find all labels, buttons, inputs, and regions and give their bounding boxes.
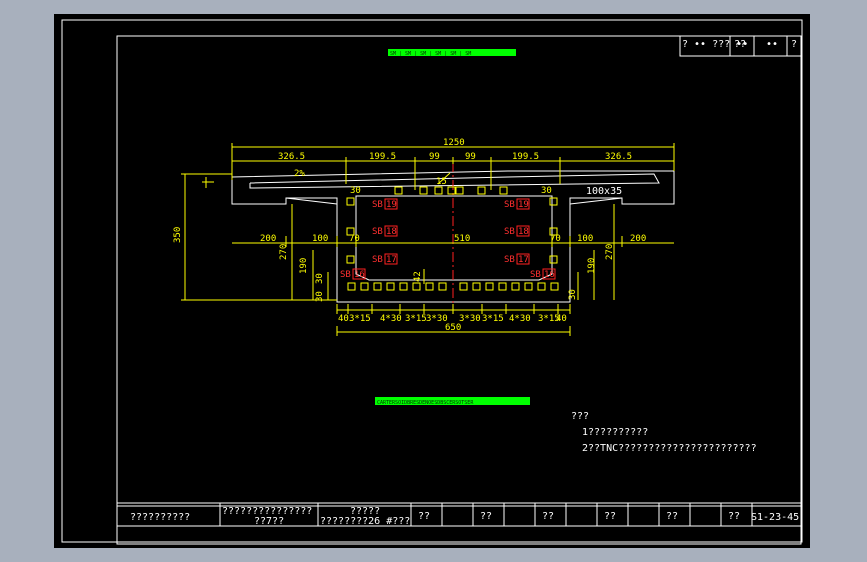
svg-text:??????????: ?????????? — [130, 512, 190, 523]
svg-text:190: 190 — [587, 258, 597, 274]
svg-text:326.5: 326.5 — [605, 152, 632, 162]
svg-text:??: ?? — [418, 511, 430, 522]
svg-text:3*15: 3*15 — [349, 314, 371, 324]
notes-heading: ??? — [571, 411, 589, 422]
svg-text:99: 99 — [429, 152, 440, 162]
svg-text:4*30: 4*30 — [509, 314, 531, 324]
svg-text:30: 30 — [350, 186, 361, 196]
svg-text:100: 100 — [577, 234, 593, 244]
svg-text:19: 19 — [518, 200, 529, 210]
svg-text:17: 17 — [518, 255, 529, 265]
svg-text:SB: SB — [530, 270, 541, 280]
dimension-lines — [181, 143, 675, 336]
svg-text:650: 650 — [445, 323, 461, 333]
svg-text:70: 70 — [349, 234, 360, 244]
svg-text:30: 30 — [315, 273, 325, 284]
svg-text:16: 16 — [354, 270, 365, 280]
svg-text:CARTERSOIDBRESDENOESDBSCERSOTS: CARTERSOIDBRESDENOESDBSCERSOTSER — [377, 400, 474, 406]
title-block-bottom: ?????????? ??????????????? ??7?? ????? ?… — [116, 502, 802, 527]
svg-text:30: 30 — [315, 291, 325, 302]
svg-text:??: ?? — [542, 511, 554, 522]
outer-frame — [61, 19, 803, 543]
svg-text:??: ?? — [480, 511, 492, 522]
svg-text:SB: SB — [372, 200, 383, 210]
svg-text:350: 350 — [173, 227, 183, 243]
svg-text:SB: SB — [504, 200, 515, 210]
drawing-number: S1-23-45 — [751, 512, 799, 523]
notes: ??? 1?????????? 2??TNC??????????????????… — [571, 411, 757, 454]
svg-text:200: 200 — [260, 234, 276, 244]
dim-overall-width: 1250 — [443, 138, 465, 148]
svg-text:3*30: 3*30 — [459, 314, 481, 324]
svg-text:18: 18 — [386, 227, 397, 237]
svg-text:100x35: 100x35 — [586, 186, 622, 197]
svg-text:326.5: 326.5 — [278, 152, 305, 162]
svg-text:42: 42 — [413, 271, 423, 282]
svg-text:??7??: ??7?? — [254, 516, 284, 527]
svg-text:40: 40 — [338, 314, 349, 324]
svg-text:??: ?? — [728, 511, 740, 522]
svg-text:3*15: 3*15 — [482, 314, 504, 324]
svg-text:19: 19 — [386, 200, 397, 210]
svg-text:3*15: 3*15 — [405, 314, 427, 324]
title-block-top: ? •• ??? •• ?? •• ? — [679, 35, 802, 57]
svg-text:17: 17 — [386, 255, 397, 265]
svg-text:SB: SB — [504, 255, 515, 265]
svg-text:30: 30 — [568, 289, 578, 300]
svg-text:270: 270 — [279, 244, 289, 260]
cad-viewport[interactable]: ? •• ??? •• ?? •• ? SM | SM | SM | SM | … — [54, 14, 810, 548]
svg-text:SM | SM | SM | SM | SM | SM: SM | SM | SM | SM | SM | SM — [390, 51, 471, 57]
svg-text:18: 18 — [518, 227, 529, 237]
svg-text:30: 30 — [541, 186, 552, 196]
svg-text:510: 510 — [454, 234, 470, 244]
inner-frame — [116, 35, 802, 545]
svg-text:270: 270 — [605, 244, 615, 260]
svg-text:100: 100 — [312, 234, 328, 244]
svg-text:15: 15 — [436, 177, 447, 187]
svg-text:199.5: 199.5 — [512, 152, 539, 162]
svg-text:????????26 #???: ????????26 #??? — [320, 516, 410, 527]
svg-text:??: ?? — [666, 511, 678, 522]
dimension-texts: 1250 326.5 199.5 99 99 199.5 326.5 2% 15… — [173, 138, 646, 333]
title-top-cell-2: ?? — [734, 39, 746, 50]
svg-text:70: 70 — [550, 234, 561, 244]
svg-text:SB: SB — [372, 255, 383, 265]
svg-text:??: ?? — [604, 511, 616, 522]
tendon-labels-right: SB 19 SB 18 SB 17 SB 16 — [504, 198, 556, 280]
svg-text:16: 16 — [544, 270, 555, 280]
notes-line-1: 1?????????? — [582, 427, 648, 438]
svg-text:SB: SB — [372, 227, 383, 237]
svg-text:200: 200 — [630, 234, 646, 244]
svg-text:40: 40 — [556, 314, 567, 324]
green-label-top: SM | SM | SM | SM | SM | SM — [388, 49, 516, 57]
svg-text:4*30: 4*30 — [380, 314, 402, 324]
svg-text:SB: SB — [504, 227, 515, 237]
notes-line-2: 2??TNC??????????????????????? — [582, 443, 757, 454]
svg-text:SB: SB — [340, 270, 351, 280]
svg-text:99: 99 — [465, 152, 476, 162]
svg-text:199.5: 199.5 — [369, 152, 396, 162]
section-drawing: ? •• ??? •• ?? •• ? SM | SM | SM | SM | … — [61, 19, 803, 545]
title-top-cell-3: •• — [766, 39, 778, 50]
green-label-bottom: CARTERSOIDBRESDENOESDBSCERSOTSER — [375, 397, 530, 406]
svg-text:2%: 2% — [294, 169, 305, 179]
svg-text:190: 190 — [299, 258, 309, 274]
title-top-cell-4: ? — [791, 39, 797, 50]
